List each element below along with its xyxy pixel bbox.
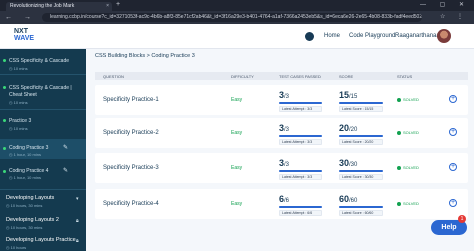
- check-icon: [397, 97, 401, 102]
- column-difficulty: DIFFICULTY: [231, 74, 254, 79]
- completed-dot-icon: [3, 59, 6, 62]
- notification-badge: 1: [458, 215, 466, 223]
- breadcrumb[interactable]: CSS Building Blocks > Coding Practice 3: [95, 53, 195, 59]
- sidebar-item-coding-practice-4[interactable]: Coding Practice 4 1 hour, 10 mins ✎: [0, 162, 86, 182]
- status-badge: SOLVED: [397, 201, 419, 206]
- score-progress: [339, 102, 383, 104]
- table-row[interactable]: Specificity Practice-2 Easy 3/3 20/20 La…: [95, 118, 468, 148]
- sidebar-item-specificity-cascade[interactable]: CSS Specificity & Cascade 10 mins: [0, 49, 86, 72]
- score-value: 20/20: [339, 123, 358, 133]
- score-progress: [339, 135, 383, 137]
- status-badge: SOLVED: [397, 130, 419, 135]
- sidebar-item-coding-practice-3[interactable]: Coding Practice 3 1 hour, 10 mins ✎: [0, 139, 86, 159]
- tab-title: Revolutionizing the Job Mark: [10, 3, 75, 9]
- test-cases-progress: [279, 135, 322, 137]
- app-page: Revolutionizing the Job Mark × + — ▢ ✕ ←…: [0, 0, 474, 251]
- completed-dot-icon: [3, 86, 6, 89]
- test-cases-progress: [279, 170, 322, 172]
- lock-icon: 🔒︎: [76, 238, 79, 244]
- divider: [0, 189, 86, 190]
- test-cases-value: 3/3: [279, 90, 290, 100]
- expand-plus-icon[interactable]: +: [449, 128, 457, 136]
- table-row[interactable]: Specificity Practice-3 Easy 3/3 30/30 La…: [95, 153, 468, 183]
- expand-plus-icon[interactable]: +: [449, 163, 457, 171]
- status-badge: SOLVED: [397, 97, 419, 102]
- sidebar-group-developing-layouts-practice[interactable]: Developing Layouts Practice 10 hours 🔒︎: [0, 235, 86, 251]
- score-progress: [339, 170, 383, 172]
- browser-tab[interactable]: Revolutionizing the Job Mark ×: [6, 2, 112, 11]
- column-test-cases: TEST CASES PASSED: [279, 74, 321, 79]
- username[interactable]: Raaganarthanaa: [395, 33, 440, 39]
- question-name[interactable]: Specificity Practice-1: [103, 97, 159, 103]
- url-field[interactable]: learning.ccbp.in/course?c_id=3271053f-ac…: [42, 13, 422, 22]
- question-name[interactable]: Specificity Practice-2: [103, 130, 159, 136]
- check-icon: [397, 201, 401, 206]
- sidebar-item-cheat-sheet[interactable]: CSS Specificity & Cascade | Cheat Sheet …: [0, 76, 86, 106]
- latest-attempt: Latest Attempt : 3/3: [279, 106, 322, 112]
- theme-toggle-icon[interactable]: [305, 32, 314, 41]
- logo-line1: NXT: [14, 28, 28, 35]
- browser-tabbar: Revolutionizing the Job Mark × + — ▢ ✕: [0, 0, 474, 11]
- difficulty-label: Easy: [231, 165, 243, 171]
- latest-score: Latest Score : 60/60: [339, 210, 383, 216]
- sidebar-item-practice-3[interactable]: Practice 3 10 mins: [0, 111, 86, 133]
- nav-home-link[interactable]: Home: [324, 33, 340, 39]
- test-cases-value: 6/6: [279, 194, 290, 204]
- table-row[interactable]: Specificity Practice-4 Easy 6/6 60/60 La…: [95, 189, 468, 219]
- completed-dot-icon: [3, 119, 6, 122]
- question-name[interactable]: Specificity Practice-3: [103, 165, 159, 171]
- check-icon: [397, 165, 401, 170]
- logo-line2: WAVE: [14, 35, 35, 42]
- divider: [0, 74, 86, 75]
- question-name[interactable]: Specificity Practice-4: [103, 201, 159, 207]
- difficulty-label: Easy: [231, 97, 243, 103]
- latest-score: Latest Score : 20/20: [339, 139, 383, 145]
- column-score: SCORE: [339, 74, 354, 79]
- score-value: 60/60: [339, 194, 358, 204]
- lock-icon: 🔒︎: [76, 218, 79, 224]
- close-icon[interactable]: ×: [106, 3, 109, 9]
- table-header: QUESTION DIFFICULTY TEST CASES PASSED SC…: [95, 72, 468, 80]
- expand-plus-icon[interactable]: +: [449, 95, 457, 103]
- status-badge: SOLVED: [397, 165, 419, 170]
- sidebar-group-developing-layouts-2[interactable]: Developing Layouts 2 10 hours, 30 mins 🔒…: [0, 214, 86, 234]
- table-row[interactable]: Specificity Practice-1 Easy 3/3 15/15 La…: [95, 85, 468, 115]
- test-cases-value: 3/3: [279, 158, 290, 168]
- sidebar: CSS Specificity & Cascade 10 mins CSS Sp…: [0, 49, 86, 251]
- score-progress: [339, 206, 383, 208]
- test-cases-value: 3/3: [279, 123, 290, 133]
- code-icon: ✎: [63, 145, 69, 151]
- column-status: STATUS: [397, 74, 413, 79]
- check-icon: [397, 130, 401, 135]
- nxtwave-logo[interactable]: NXT WAVE: [14, 28, 34, 42]
- nav-code-playground-link[interactable]: Code Playground: [349, 33, 395, 39]
- column-question: QUESTION: [103, 74, 124, 79]
- latest-score: Latest Score : 15/15: [339, 106, 383, 112]
- code-icon: ✎: [63, 168, 69, 174]
- difficulty-label: Easy: [231, 130, 243, 136]
- latest-attempt: Latest Attempt : 6/6: [279, 210, 322, 216]
- sidebar-group-developing-layouts[interactable]: Developing Layouts 10 hours, 30 mins ▾: [0, 191, 86, 211]
- test-cases-progress: [279, 102, 322, 104]
- browser-menu-icon[interactable]: ☆ ⋮: [440, 13, 468, 20]
- score-value: 15/15: [339, 90, 358, 100]
- new-tab-icon[interactable]: +: [116, 1, 120, 8]
- expand-plus-icon[interactable]: +: [449, 199, 457, 207]
- address-bar: ← → ⟳ learning.ccbp.in/course?c_id=32710…: [0, 11, 474, 24]
- completed-dot-icon: [3, 147, 6, 150]
- avatar[interactable]: [437, 29, 451, 43]
- latest-attempt: Latest Attempt : 3/3: [279, 174, 322, 180]
- difficulty-label: Easy: [231, 201, 243, 207]
- latest-score: Latest Score : 30/30: [339, 174, 383, 180]
- score-value: 30/30: [339, 158, 358, 168]
- chevron-down-icon: ▾: [76, 196, 79, 202]
- window-controls[interactable]: — ▢ ✕: [420, 1, 470, 8]
- latest-attempt: Latest Attempt : 3/3: [279, 139, 322, 145]
- test-cases-progress: [279, 206, 322, 208]
- divider: [0, 109, 86, 110]
- app-header: NXT WAVE Home Code Playground Raaganarth…: [0, 24, 474, 49]
- completed-dot-icon: [3, 170, 6, 173]
